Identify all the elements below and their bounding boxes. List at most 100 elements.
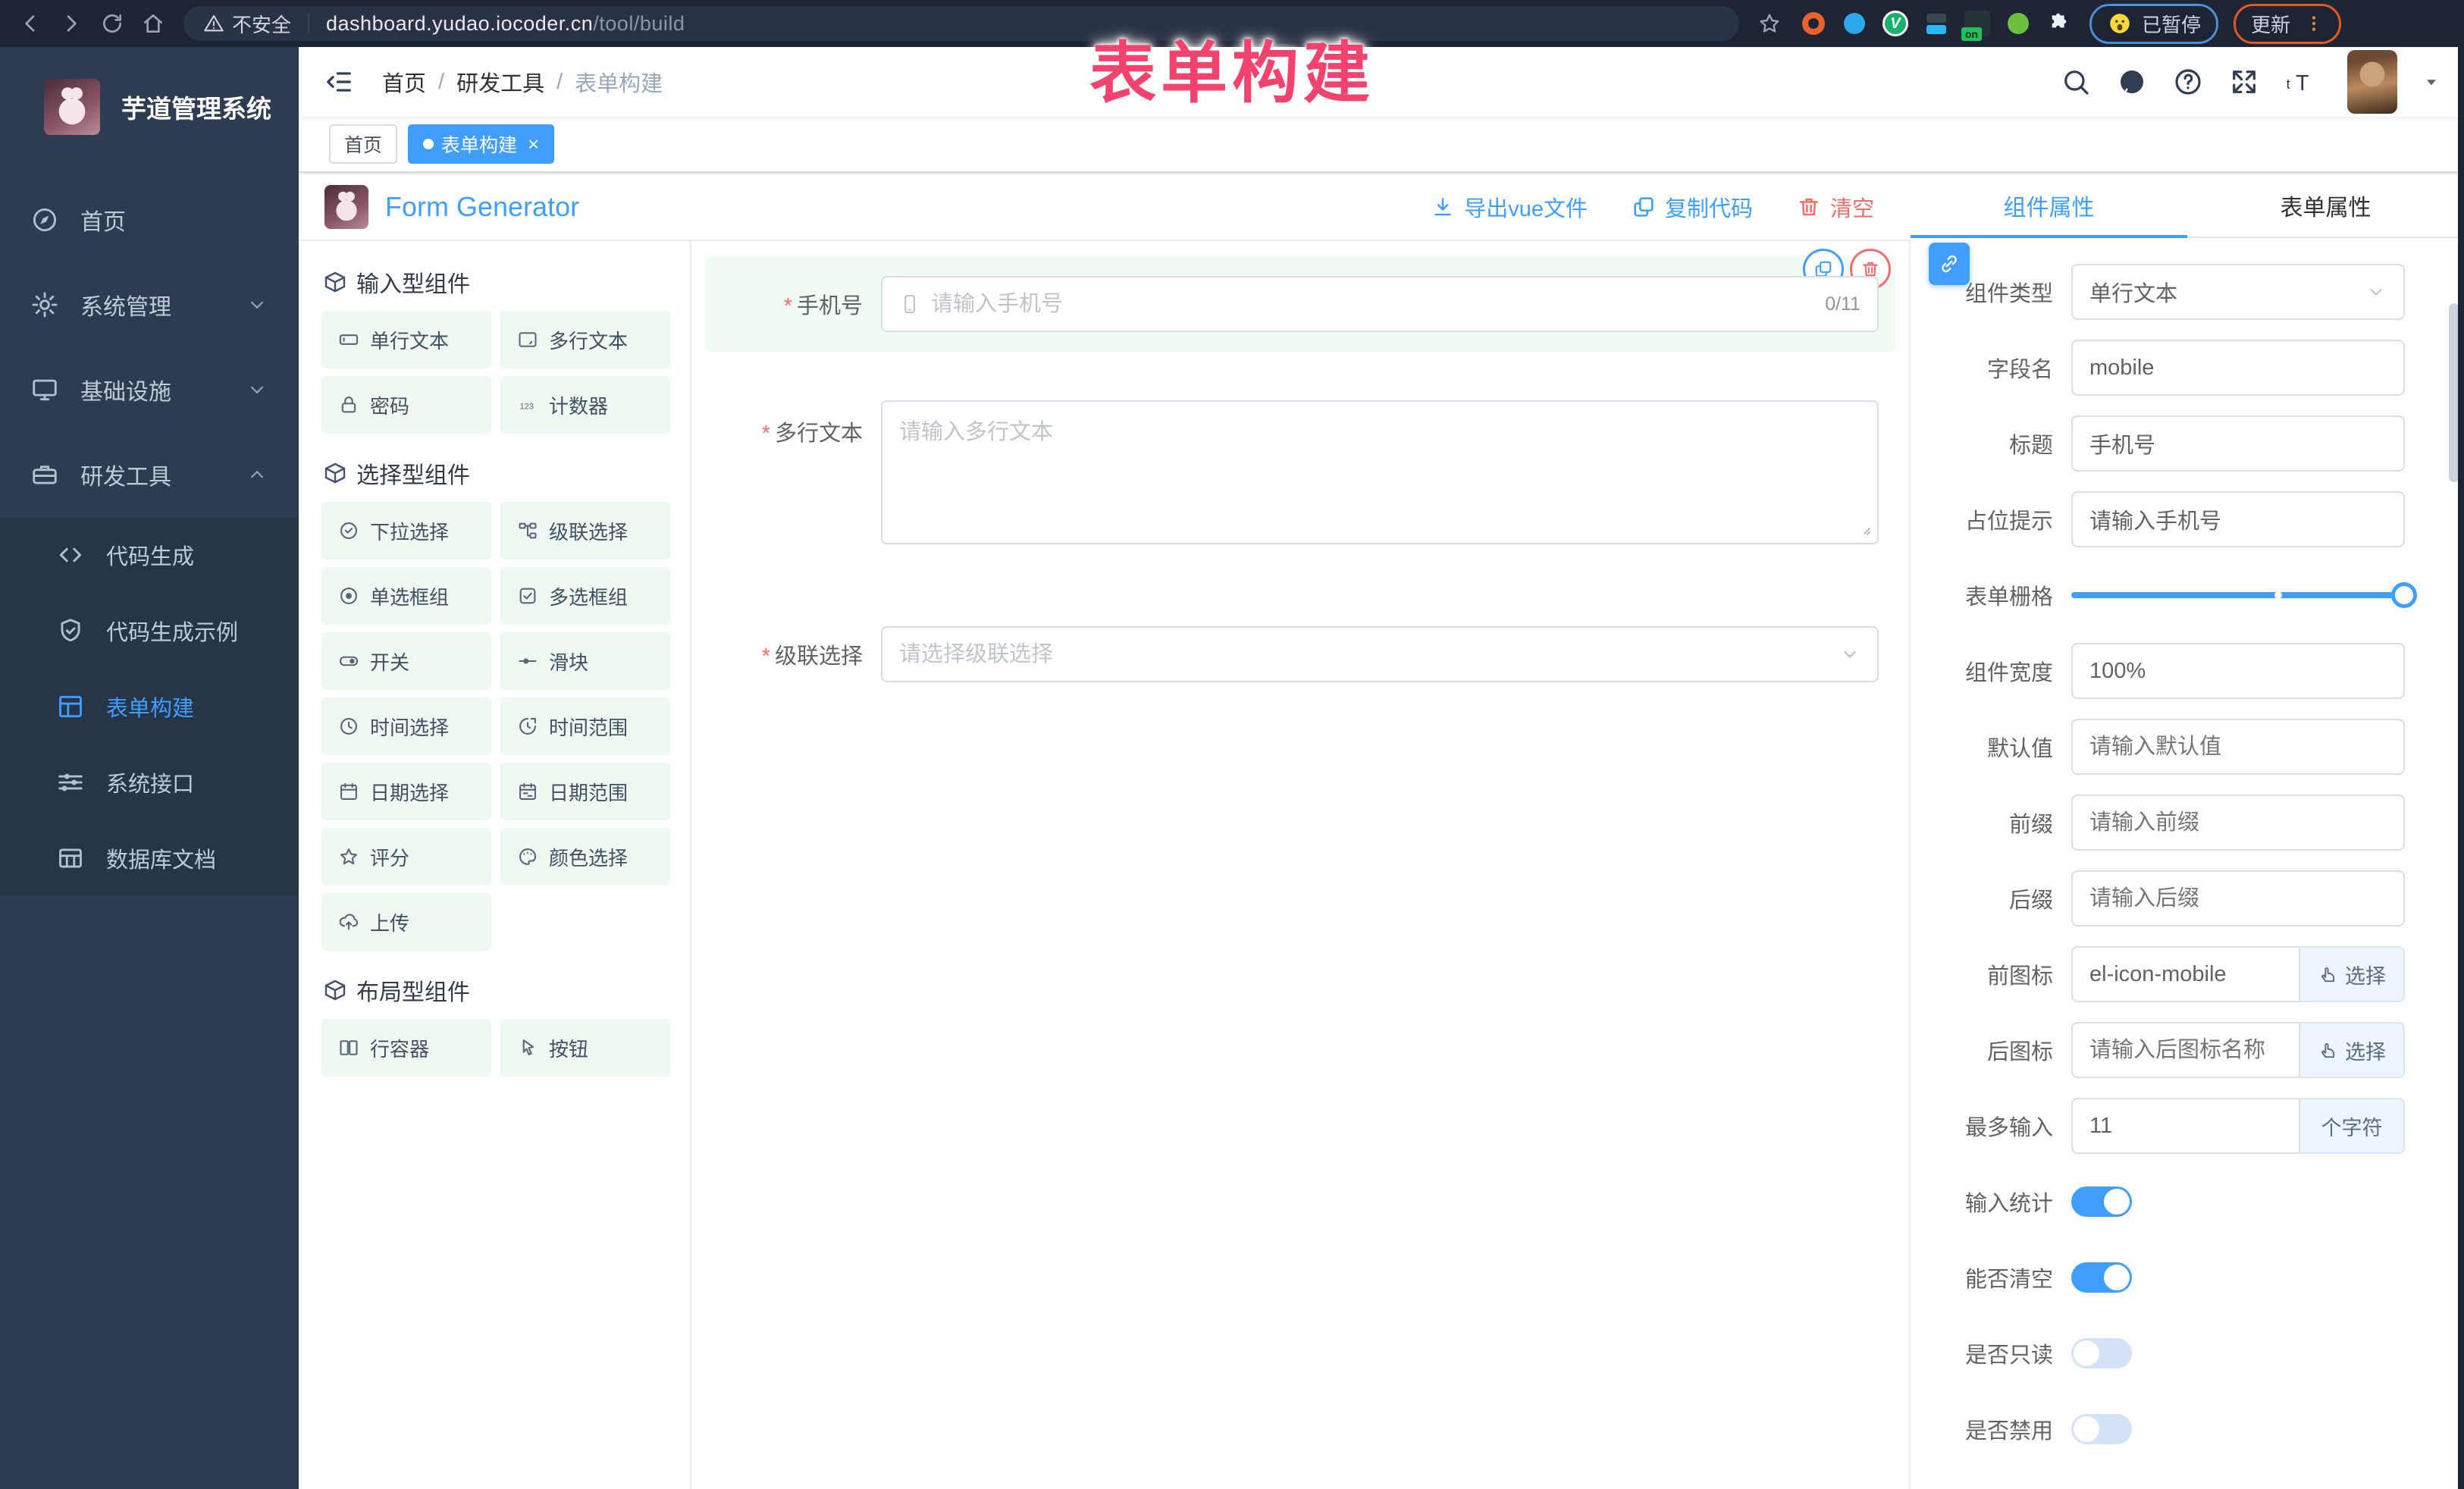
sidebar-item-codegen-demo[interactable]: 代码生成示例: [0, 593, 299, 669]
browser-menu-icon[interactable]: [2304, 14, 2324, 33]
palette-item-select[interactable]: 下拉选择: [321, 502, 491, 560]
extension-blue-drop-icon[interactable]: [1839, 8, 1870, 39]
bookmark-star-icon[interactable]: [1751, 5, 1788, 42]
refresh-icon[interactable]: [94, 5, 130, 42]
cascader-select[interactable]: [881, 626, 1879, 682]
close-icon[interactable]: ×: [528, 133, 539, 156]
resize-handle-icon[interactable]: [1854, 519, 1873, 537]
extension-orange-ring-icon[interactable]: [1798, 8, 1829, 39]
prop-input-suffix[interactable]: [2071, 870, 2405, 926]
extension-puzzle-icon[interactable]: [2044, 8, 2074, 39]
prop-input-prefix-icon[interactable]: [2071, 946, 2300, 1002]
switch-knob: [2104, 1189, 2130, 1215]
tab-form-props[interactable]: 表单属性: [2187, 174, 2464, 237]
sidebar-item-form-build[interactable]: 表单构建: [0, 669, 299, 744]
github-icon[interactable]: [2115, 65, 2149, 99]
url-bar[interactable]: 不安全 dashboard.yudao.iocoder.cn/tool/buil…: [183, 6, 1739, 41]
prop-input-prefix[interactable]: [2071, 795, 2405, 851]
prop-switch-clearable[interactable]: [2071, 1262, 2132, 1293]
palette-item-switch[interactable]: 开关: [321, 632, 491, 690]
prop-input-suffix-icon[interactable]: [2071, 1022, 2300, 1078]
font-size-icon[interactable]: tT: [2284, 65, 2317, 99]
back-icon[interactable]: [12, 5, 49, 42]
sidebar-item-system[interactable]: 系统管理: [0, 262, 299, 347]
form-canvas[interactable]: *手机号 0/11: [691, 241, 1911, 1489]
sidebar-item-codegen[interactable]: 代码生成: [0, 517, 299, 593]
prop-append-suffix-icon[interactable]: 选择: [2300, 1022, 2405, 1078]
user-avatar[interactable]: [2347, 50, 2397, 114]
palette-item-color[interactable]: 颜色选择: [500, 828, 670, 886]
append-label: 选择: [2345, 1036, 2386, 1065]
cascader-input[interactable]: [899, 642, 1829, 667]
mobile-input[interactable]: [931, 292, 1814, 317]
palette-item-number[interactable]: 123计数器: [500, 376, 670, 434]
palette-item-password[interactable]: 密码: [321, 376, 491, 434]
prop-select-type[interactable]: 单行文本: [2071, 264, 2405, 320]
tag-首页[interactable]: 首页: [329, 124, 397, 164]
canvas-field-mobile[interactable]: *手机号 0/11: [705, 256, 1895, 352]
prop-input-placeholder[interactable]: [2071, 491, 2405, 547]
prop-input-width[interactable]: [2071, 643, 2405, 699]
palette-item-date[interactable]: 日期选择: [321, 763, 491, 820]
update-button[interactable]: 更新: [2234, 4, 2341, 44]
prop-input-maxlength[interactable]: [2071, 1098, 2300, 1154]
home-icon[interactable]: [135, 5, 171, 42]
tab-component-props[interactable]: 组件属性: [1911, 174, 2187, 237]
palette-item-slider[interactable]: 滑块: [500, 632, 670, 690]
upload-icon: [338, 911, 359, 933]
search-icon[interactable]: [2059, 65, 2093, 99]
palette-item-time-range[interactable]: 时间范围: [500, 697, 670, 755]
breadcrumb-home[interactable]: 首页: [382, 66, 426, 98]
sidebar-logo-row[interactable]: 芋道管理系统: [0, 47, 299, 167]
tag-表单构建[interactable]: 表单构建×: [408, 124, 554, 164]
sidebar-item-db-doc[interactable]: 数据库文档: [0, 820, 299, 896]
canvas-field-textarea[interactable]: *多行文本: [705, 381, 1895, 564]
prop-switch-readonly[interactable]: [2071, 1338, 2132, 1368]
prop-input-default[interactable]: [2071, 719, 2405, 775]
sidebar-item-infra[interactable]: 基础设施: [0, 347, 299, 432]
prop-input-title[interactable]: [2071, 415, 2405, 472]
palette-item-rate[interactable]: 评分: [321, 828, 491, 886]
prop-slider-grid[interactable]: [2071, 567, 2405, 623]
prop-input-group: 选择: [2071, 946, 2405, 1002]
extension-green-v-icon[interactable]: V: [1880, 8, 1911, 39]
link-button[interactable]: [1929, 243, 1970, 285]
prop-switch-show-count[interactable]: [2071, 1186, 2132, 1217]
security-label: 不安全: [232, 10, 291, 38]
palette-item-row[interactable]: 行容器: [321, 1019, 491, 1077]
palette-item-date-range[interactable]: 日期范围: [500, 763, 670, 820]
copy-code-button[interactable]: 复制代码: [1632, 191, 1753, 223]
fullscreen-icon[interactable]: [2227, 65, 2261, 99]
canvas-field-cascader[interactable]: *级联选择: [705, 607, 1895, 702]
clear-button[interactable]: 清空: [1797, 191, 1874, 223]
prop-append-maxlength[interactable]: 个字符: [2300, 1098, 2405, 1154]
export-vue-button[interactable]: 导出vue文件: [1431, 191, 1588, 223]
security-warning-icon[interactable]: 不安全: [203, 10, 291, 38]
breadcrumb-devtool[interactable]: 研发工具: [456, 66, 544, 98]
sidebar-item-home[interactable]: 首页: [0, 177, 299, 262]
palette-item-input[interactable]: 单行文本: [321, 311, 491, 368]
prop-append-prefix-icon[interactable]: 选择: [2300, 946, 2405, 1002]
palette-item-checkbox[interactable]: 多选框组: [500, 567, 670, 625]
palette-item-upload[interactable]: 上传: [321, 893, 491, 951]
extension-split-icon[interactable]: [1921, 8, 1951, 39]
palette-item-textarea[interactable]: 多行文本: [500, 311, 670, 368]
forward-icon[interactable]: [53, 5, 89, 42]
extension-green-plant-icon[interactable]: [2003, 8, 2033, 39]
palette-item-cascader[interactable]: 级联选择: [500, 502, 670, 560]
prop-input-field[interactable]: [2071, 340, 2405, 396]
extension-on-badge-icon[interactable]: on: [1962, 8, 1992, 39]
app-title: 芋道管理系统: [121, 89, 271, 125]
palette-item-button[interactable]: 按钮: [500, 1019, 670, 1077]
sidebar-item-system-api[interactable]: 系统接口: [0, 744, 299, 820]
avatar-caret-icon[interactable]: [2422, 72, 2441, 92]
slider-handle[interactable]: [2391, 582, 2417, 608]
palette-item-time[interactable]: 时间选择: [321, 697, 491, 755]
menu-fold-icon[interactable]: [321, 64, 356, 99]
palette-item-radio[interactable]: 单选框组: [321, 567, 491, 625]
help-icon[interactable]: [2171, 65, 2205, 99]
paused-badge[interactable]: 已暂停: [2089, 4, 2218, 44]
sidebar-item-devtool[interactable]: 研发工具: [0, 432, 299, 517]
prop-switch-disabled[interactable]: [2071, 1414, 2132, 1444]
textarea-input[interactable]: [881, 400, 1879, 544]
